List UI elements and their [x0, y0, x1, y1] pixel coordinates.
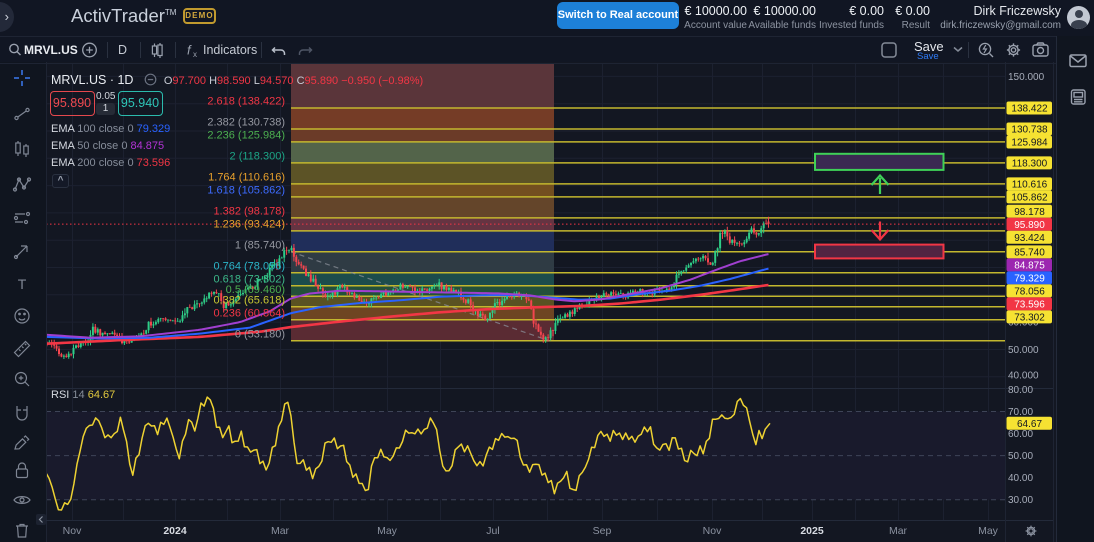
- svg-text:85.740: 85.740: [1014, 248, 1045, 259]
- svg-text:x: x: [193, 50, 197, 59]
- svg-text:1 (85.740): 1 (85.740): [235, 239, 285, 251]
- svg-text:2024: 2024: [163, 525, 187, 537]
- svg-text:105.862: 105.862: [1011, 193, 1048, 204]
- svg-text:Sep: Sep: [593, 525, 612, 537]
- svg-text:1.236 (93.424): 1.236 (93.424): [213, 218, 285, 230]
- svg-text:40.000: 40.000: [1008, 370, 1039, 381]
- svg-text:0.764 (78.056): 0.764 (78.056): [213, 260, 285, 272]
- svg-text:79.329: 79.329: [1014, 274, 1045, 285]
- svg-text:95.890: 95.890: [1014, 220, 1045, 231]
- svg-text:2 (118.300): 2 (118.300): [230, 150, 285, 162]
- svg-text:98.178: 98.178: [1014, 207, 1045, 218]
- svg-text:138.422: 138.422: [1011, 104, 1048, 115]
- svg-text:Jul: Jul: [486, 525, 499, 537]
- svg-text:64.67: 64.67: [1017, 419, 1042, 430]
- svg-text:50.00: 50.00: [1008, 451, 1033, 462]
- svg-text:0 (53.180): 0 (53.180): [235, 328, 285, 340]
- svg-text:1.764 (110.616): 1.764 (110.616): [208, 171, 285, 183]
- svg-text:Nov: Nov: [63, 525, 82, 537]
- svg-text:60.00: 60.00: [1008, 429, 1033, 440]
- svg-text:84.875: 84.875: [1014, 261, 1045, 272]
- svg-text:May: May: [377, 525, 398, 537]
- svg-text:1.618 (105.862): 1.618 (105.862): [207, 184, 285, 196]
- svg-text:73.302: 73.302: [1014, 313, 1045, 324]
- svg-text:70.00: 70.00: [1008, 407, 1033, 418]
- svg-text:May: May: [978, 525, 999, 537]
- svg-text:130.738: 130.738: [1011, 125, 1048, 136]
- svg-text:30.00: 30.00: [1008, 495, 1033, 506]
- svg-text:2.236 (125.984): 2.236 (125.984): [207, 130, 285, 142]
- svg-text:0.382 (65.618): 0.382 (65.618): [213, 294, 285, 306]
- svg-text:40.00: 40.00: [1008, 473, 1033, 484]
- svg-text:Mar: Mar: [271, 525, 290, 537]
- svg-text:2.618 (138.422): 2.618 (138.422): [207, 96, 285, 108]
- svg-text:2.382 (130.738): 2.382 (130.738): [207, 117, 285, 129]
- svg-text:1.382 (98.178): 1.382 (98.178): [213, 205, 285, 217]
- svg-text:93.424: 93.424: [1014, 233, 1045, 244]
- svg-text:0.236 (60.864): 0.236 (60.864): [213, 307, 285, 319]
- svg-text:f: f: [187, 43, 192, 58]
- svg-text:T: T: [18, 276, 27, 292]
- svg-text:150.000: 150.000: [1008, 72, 1045, 83]
- svg-text:Mar: Mar: [889, 525, 908, 537]
- svg-text:2025: 2025: [800, 525, 824, 537]
- svg-text:73.596: 73.596: [1014, 300, 1045, 311]
- svg-text:50.000: 50.000: [1008, 345, 1039, 356]
- svg-text:118.300: 118.300: [1012, 159, 1048, 170]
- svg-text:125.984: 125.984: [1011, 138, 1048, 149]
- svg-text:78.056: 78.056: [1014, 287, 1045, 298]
- svg-text:80.00: 80.00: [1008, 385, 1033, 396]
- svg-text:110.616: 110.616: [1012, 180, 1048, 191]
- svg-text:Nov: Nov: [703, 525, 722, 537]
